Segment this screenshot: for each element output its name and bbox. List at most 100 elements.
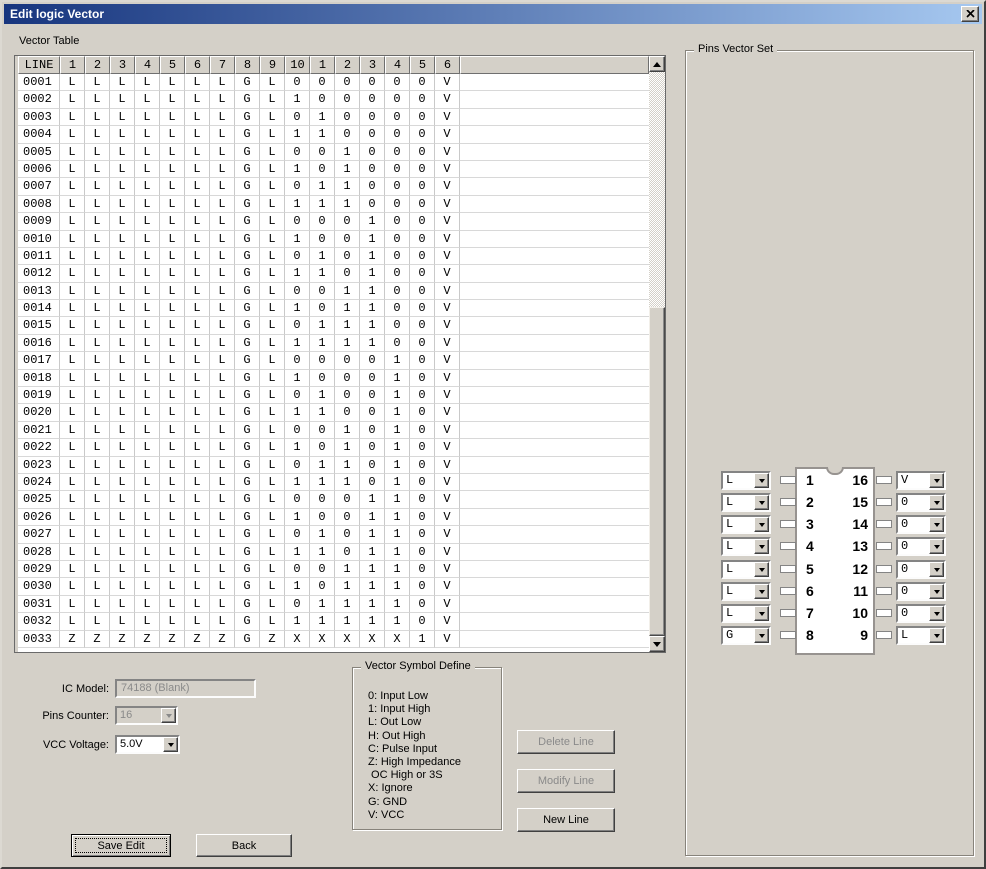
table-row[interactable]: 0016LLLLLLLGL111100V [18,335,649,352]
cell-pin: 0 [310,578,335,595]
dropdown-arrow-icon[interactable] [754,539,769,554]
header-col-13[interactable]: 3 [360,56,385,74]
cell-pin: L [85,126,110,143]
pin-8-select[interactable]: G [721,626,771,645]
header-col-14[interactable]: 4 [385,56,410,74]
pin-7-select[interactable]: L [721,604,771,623]
cell-filler [460,109,649,126]
table-row[interactable]: 0029LLLLLLLGL001110V [18,561,649,578]
scrollbar-track[interactable] [649,72,665,636]
dropdown-arrow-icon[interactable] [929,473,944,488]
table-row[interactable]: 0032LLLLLLLGL111110V [18,613,649,630]
table-row[interactable]: 0014LLLLLLLGL101100V [18,300,649,317]
header-col-9[interactable]: 9 [260,56,285,74]
cell-pin: 1 [360,526,385,543]
dropdown-arrow-icon[interactable] [929,495,944,510]
table-row[interactable]: 0033ZZZZZZZGZXXXXX1V [18,631,649,648]
header-col-8[interactable]: 8 [235,56,260,74]
header-col-0[interactable]: LINE [18,56,60,74]
table-row[interactable]: 0001LLLLLLLGL000000V [18,74,649,91]
pin-13-select[interactable]: 0 [896,537,946,556]
header-col-4[interactable]: 4 [135,56,160,74]
dropdown-arrow-icon[interactable] [929,539,944,554]
pin-5-select[interactable]: L [721,560,771,579]
header-col-5[interactable]: 5 [160,56,185,74]
pin-16-select[interactable]: V [896,471,946,490]
dropdown-arrow-icon[interactable] [929,606,944,621]
dropdown-arrow-icon[interactable] [754,517,769,532]
pin-9-select[interactable]: L [896,626,946,645]
cell-pin: 1 [335,561,360,578]
pin-4-select[interactable]: L [721,537,771,556]
pin-6-select[interactable]: L [721,582,771,601]
dropdown-arrow-icon[interactable] [754,628,769,643]
vcc-voltage-select[interactable]: 5.0V [115,735,180,754]
save-edit-button[interactable]: Save Edit [71,834,171,857]
pin-3-select[interactable]: L [721,515,771,534]
pin-2-select[interactable]: L [721,493,771,512]
scrollbar-thumb[interactable] [649,307,665,636]
header-col-3[interactable]: 3 [110,56,135,74]
header-col-16[interactable]: 6 [435,56,460,74]
table-row[interactable]: 0027LLLLLLLGL010110V [18,526,649,543]
table-row[interactable]: 0026LLLLLLLGL100110V [18,509,649,526]
dropdown-arrow-icon[interactable] [754,495,769,510]
table-row[interactable]: 0022LLLLLLLGL101010V [18,439,649,456]
scroll-up-button[interactable] [649,56,665,72]
header-col-15[interactable]: 5 [410,56,435,74]
table-row[interactable]: 0017LLLLLLLGL000010V [18,352,649,369]
header-col-1[interactable]: 1 [60,56,85,74]
table-row[interactable]: 0023LLLLLLLGL011010V [18,457,649,474]
table-row[interactable]: 0010LLLLLLLGL100100V [18,231,649,248]
table-row[interactable]: 0012LLLLLLLGL110100V [18,265,649,282]
new-line-button[interactable]: New Line [517,808,615,832]
dropdown-arrow-icon[interactable] [929,628,944,643]
table-row[interactable]: 0031LLLLLLLGL011110V [18,596,649,613]
header-col-10[interactable]: 10 [285,56,310,74]
vector-table-scrollbar[interactable] [649,56,665,652]
table-row[interactable]: 0013LLLLLLLGL001100V [18,283,649,300]
dropdown-arrow-icon[interactable] [754,606,769,621]
header-col-2[interactable]: 2 [85,56,110,74]
table-row[interactable]: 0021LLLLLLLGL001010V [18,422,649,439]
pin-10-select[interactable]: 0 [896,604,946,623]
scroll-up-icon [653,62,661,67]
scroll-down-button[interactable] [649,636,665,652]
table-row[interactable]: 0004LLLLLLLGL110000V [18,126,649,143]
pin-14-select[interactable]: 0 [896,515,946,534]
cell-pin: L [85,404,110,421]
table-row[interactable]: 0030LLLLLLLGL101110V [18,578,649,595]
dropdown-arrow-icon[interactable] [754,562,769,577]
table-row[interactable]: 0011LLLLLLLGL010100V [18,248,649,265]
header-col-12[interactable]: 2 [335,56,360,74]
back-button[interactable]: Back [196,834,292,857]
dropdown-arrow-icon[interactable] [754,584,769,599]
table-row[interactable]: 0009LLLLLLLGL000100V [18,213,649,230]
close-button[interactable] [961,6,979,22]
table-row[interactable]: 0019LLLLLLLGL010010V [18,387,649,404]
pin-15-select[interactable]: 0 [896,493,946,512]
pin-11-select[interactable]: 0 [896,582,946,601]
table-row[interactable]: 0007LLLLLLLGL011000V [18,178,649,195]
header-col-7[interactable]: 7 [210,56,235,74]
table-row[interactable]: 0002LLLLLLLGL100000V [18,91,649,108]
table-row[interactable]: 0025LLLLLLLGL000110V [18,491,649,508]
pin-12-select[interactable]: 0 [896,560,946,579]
dropdown-arrow-icon[interactable] [929,584,944,599]
table-row[interactable]: 0008LLLLLLLGL111000V [18,196,649,213]
dropdown-arrow-icon[interactable] [929,517,944,532]
table-row[interactable]: 0005LLLLLLLGL001000V [18,144,649,161]
table-row[interactable]: 0015LLLLLLLGL011100V [18,317,649,334]
dropdown-arrow-icon[interactable] [163,737,178,752]
header-col-11[interactable]: 1 [310,56,335,74]
dropdown-arrow-icon[interactable] [929,562,944,577]
table-row[interactable]: 0020LLLLLLLGL110010V [18,404,649,421]
table-row[interactable]: 0006LLLLLLLGL101000V [18,161,649,178]
table-row[interactable]: 0018LLLLLLLGL100010V [18,370,649,387]
table-row[interactable]: 0028LLLLLLLGL110110V [18,544,649,561]
header-col-6[interactable]: 6 [185,56,210,74]
table-row[interactable]: 0003LLLLLLLGL010000V [18,109,649,126]
table-row[interactable]: 0024LLLLLLLGL111010V [18,474,649,491]
pin-1-select[interactable]: L [721,471,771,490]
dropdown-arrow-icon[interactable] [754,473,769,488]
